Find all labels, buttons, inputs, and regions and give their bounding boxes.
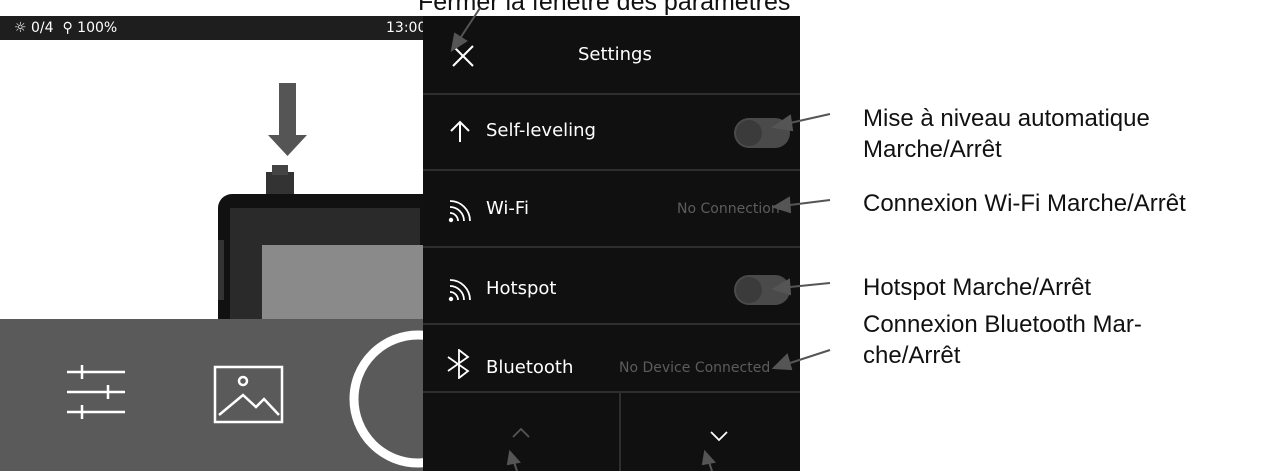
annotation-wifi: Connexion Wi-Fi Marche/Arrêt [863, 190, 1186, 217]
annotation-arrows [450, 7, 831, 471]
annotation-hotspot: Hotspot Marche/Arrêt [863, 274, 1092, 301]
annotation-self-leveling: Mise à niveau automatique Marche/Arrêt [863, 105, 1150, 163]
annotation-bluetooth: Connexion Bluetooth Mar- che/Arrêt [863, 311, 1142, 369]
